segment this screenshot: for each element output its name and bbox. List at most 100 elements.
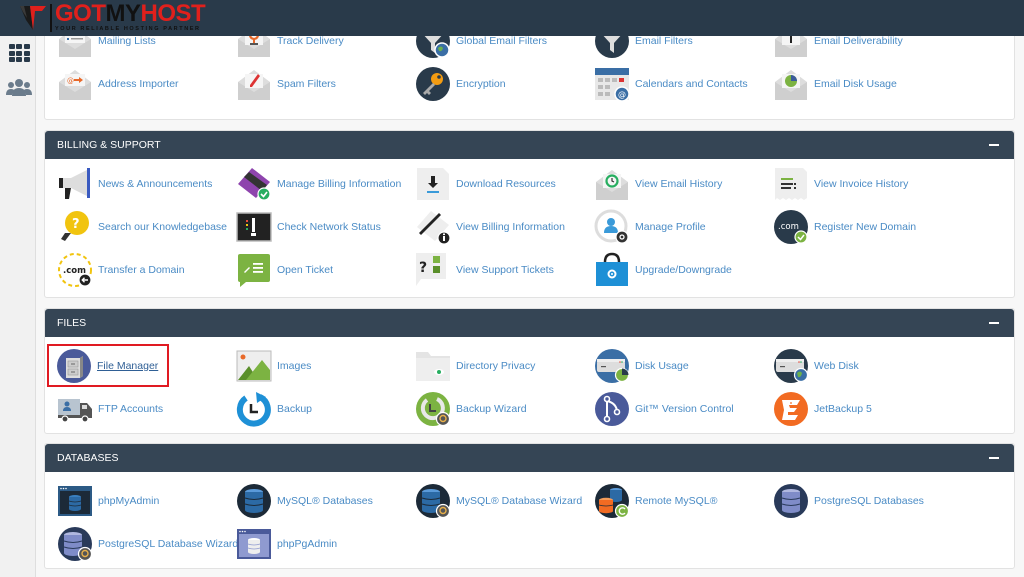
tool-label: Git™ Version Control [635,403,734,415]
tool-label: Check Network Status [277,221,381,233]
tool-postgresql-wizard[interactable]: PostgreSQL Database Wizard [57,526,238,562]
phppgadmin-icon [236,526,272,562]
tool-label: Calendars and Contacts [635,78,748,90]
tool-register-new-domain[interactable]: .com Register New Domain [773,209,916,245]
databases-panel: DATABASES phpMyAdmin MySQL® Databases My… [44,443,1015,569]
databases-header[interactable]: DATABASES [45,444,1014,472]
tool-disk-usage[interactable]: Disk Usage [594,348,689,384]
phpmyadmin-icon [57,483,93,519]
tool-file-manager[interactable]: File Manager [47,344,169,387]
tool-label: Directory Privacy [456,360,536,372]
tool-remote-mysql[interactable]: Remote MySQL® [594,483,717,519]
logo-wordmark: GOTMYHOST [55,0,206,27]
tool-view-support-tickets[interactable]: ? View Support Tickets [415,252,554,288]
collapse-icon[interactable] [989,144,999,146]
tool-manage-billing[interactable]: Manage Billing Information [236,166,401,202]
tool-download-resources[interactable]: Download Resources [415,166,556,202]
brand-logo[interactable]: GOTMYHOST YOUR RELIABLE HOSTING PARTNER [18,0,206,34]
files-header[interactable]: FILES [45,309,1014,337]
tool-calendars-contacts[interactable]: @ Calendars and Contacts [594,66,748,102]
megaphone-icon [57,166,93,202]
tool-directory-privacy[interactable]: Directory Privacy [415,348,535,384]
tool-label: Remote MySQL® [635,495,718,507]
svg-text:.com: .com [778,222,799,232]
billing-support-header[interactable]: BILLING & SUPPORT [45,131,1014,159]
tool-git-version-control[interactable]: Git™ Version Control [594,391,734,427]
tool-email-disk-usage[interactable]: Email Disk Usage [773,66,897,102]
encryption-icon [415,66,451,102]
tool-spam-filters[interactable]: Spam Filters [236,66,336,102]
tool-phpmyadmin[interactable]: phpMyAdmin [57,483,159,519]
tool-label: MySQL® Database Wizard [456,495,583,507]
tool-label: Download Resources [456,178,556,190]
billing-info-icon [415,209,451,245]
sidebar-item-tools[interactable] [6,41,32,65]
logo-tagline: YOUR RELIABLE HOSTING PARTNER [55,26,201,32]
postgresql-wizard-icon [57,526,93,562]
tool-label: Email Deliverability [814,35,903,47]
svg-text:@: @ [67,77,74,85]
panel-title: FILES [57,317,87,329]
tool-news-announcements[interactable]: News & Announcements [57,166,212,202]
tool-view-email-history[interactable]: View Email History [594,166,722,202]
collapse-icon[interactable] [989,457,999,459]
collapse-icon[interactable] [989,322,999,324]
tool-label: phpMyAdmin [98,495,160,507]
tool-view-invoice-history[interactable]: View Invoice History [773,166,908,202]
tool-mysql-database-wizard[interactable]: MySQL® Database Wizard [415,483,582,519]
tool-web-disk[interactable]: Web Disk [773,348,859,384]
credit-card-check-icon [236,166,272,202]
tool-label: Manage Billing Information [277,178,402,190]
svg-text:?: ? [72,217,80,232]
tool-check-network-status[interactable]: Check Network Status [236,209,381,245]
sidebar-item-users[interactable] [6,76,32,100]
tool-open-ticket[interactable]: Open Ticket [236,252,333,288]
tool-transfer-domain[interactable]: .com Transfer a Domain [57,252,185,288]
tool-label: View Support Tickets [456,264,554,276]
tool-label: View Billing Information [456,221,565,233]
register-domain-icon: .com [773,209,809,245]
tool-address-importer[interactable]: @ Address Importer [57,66,179,102]
tool-backup-wizard[interactable]: Backup Wizard [415,391,527,427]
tool-images[interactable]: Images [236,348,311,384]
tool-view-billing-info[interactable]: View Billing Information [415,209,565,245]
billing-support-panel: BILLING & SUPPORT News & Announcements M… [44,130,1015,298]
tool-postgresql-databases[interactable]: PostgreSQL Databases [773,483,924,519]
lightbulb-icon: ? [57,209,93,245]
tool-search-knowledgebase[interactable]: ? Search our Knowledgebase [57,209,227,245]
tool-upgrade-downgrade[interactable]: Upgrade/Downgrade [594,252,732,288]
open-ticket-icon [236,252,272,288]
tool-label: phpPgAdmin [277,538,338,550]
tool-label: Global Email Filters [456,35,548,47]
spam-filters-icon [236,66,272,102]
svg-text:@: @ [618,90,626,99]
postgresql-databases-icon [773,483,809,519]
tool-ftp-accounts[interactable]: FTP Accounts [57,391,163,427]
tool-manage-profile[interactable]: Manage Profile [594,209,706,245]
panel-title: BILLING & SUPPORT [57,139,161,151]
email-history-icon [594,166,630,202]
logo-separator [50,4,52,32]
tool-label: Backup Wizard [456,403,527,415]
tool-label: Disk Usage [635,360,689,372]
tool-label: View Invoice History [814,178,909,190]
tool-label: News & Announcements [98,178,213,190]
network-status-icon [236,209,272,245]
tool-mysql-databases[interactable]: MySQL® Databases [236,483,373,519]
jetbackup-icon [773,391,809,427]
tool-phppgadmin[interactable]: phpPgAdmin [236,526,337,562]
directory-privacy-icon [415,348,451,384]
tool-label: Images [277,360,312,372]
tool-label: Web Disk [814,360,859,372]
top-bar: GOTMYHOST YOUR RELIABLE HOSTING PARTNER [0,0,1024,36]
tool-label: Search our Knowledgebase [98,221,228,233]
files-panel: FILES File Manager Images Directory Priv… [44,308,1015,434]
tool-label: PostgreSQL Databases [814,495,924,507]
tool-label: Encryption [456,78,506,90]
tool-encryption[interactable]: Encryption [415,66,506,102]
tool-backup[interactable]: Backup [236,391,312,427]
calendars-contacts-icon: @ [594,66,630,102]
tool-jetbackup[interactable]: JetBackup 5 [773,391,872,427]
tool-label: MySQL® Databases [277,495,373,507]
mysql-wizard-icon [415,483,451,519]
